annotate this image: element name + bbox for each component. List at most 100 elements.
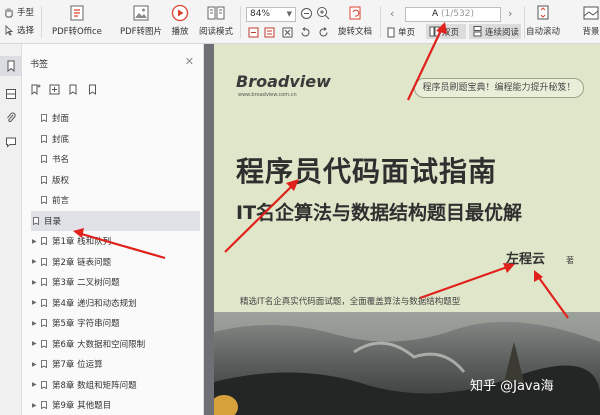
bookmark-item-label: 封面 [52,114,70,125]
expand-arrow-icon[interactable]: ▶ [32,361,40,368]
annotation-icon[interactable] [5,136,17,148]
double-page-icon [429,26,440,37]
bookmark-item[interactable]: ▶ 第2章 链表问题 [22,252,204,273]
bookmark-item-label: 封底 [52,134,70,145]
bookmark-item[interactable]: ▶ 第1章 栈和队列 [22,231,204,252]
fit-page-icon[interactable] [248,27,259,38]
attachment-icon[interactable] [5,112,17,124]
bookmark-item[interactable]: ▶ 第5章 字符串问题 [22,313,204,334]
toolbar-divider [41,6,42,38]
expand-arrow-icon[interactable]: ▶ [32,381,40,388]
toolbar-divider [240,6,241,38]
rotate-document-icon [349,6,361,20]
bookmark-item-label: 书名 [52,155,70,166]
expand-arrow-icon[interactable]: ▶ [32,320,40,327]
bookmark-item[interactable]: ▶ 第6章 大数据和空间限制 [22,334,204,355]
bookmark-tools [30,84,98,95]
cover-tagline: 精选IT名企真实代码面试题，全面覆盖算法与数据结构题型 [240,297,461,307]
bookmark-flag-icon [41,339,47,348]
bookmark-item[interactable]: 封面 [22,108,204,129]
continuous-read-icon [473,26,482,37]
bookmark-item[interactable]: 书名 [22,149,204,170]
expand-arrow-icon[interactable]: ▶ [32,299,40,306]
bookmark-outline-icon[interactable] [87,84,98,95]
continuous-read-label: 连续阅读 [485,27,520,38]
prev-page-icon[interactable]: ‹ [390,7,394,20]
select-tool-label: 选择 [17,26,35,36]
rotate-right-icon[interactable] [318,27,329,38]
read-mode-label: 阅读模式 [199,27,234,37]
bookmark-item[interactable]: 目录 [31,210,200,231]
page-count: (1/532) [441,9,474,19]
pdf-to-office-button[interactable]: PDF转Office [52,4,102,37]
bookmark-icon[interactable] [5,60,17,72]
book-subtitle: IT名企算法与数据结构题目最优解 [236,202,523,224]
continuous-read-button[interactable]: 连续阅读 [469,24,521,39]
expand-bookmarks-icon[interactable] [49,84,60,95]
bookmark-item[interactable]: ▶ 第3章 二叉树问题 [22,272,204,293]
bookmark-item[interactable]: 封底 [22,129,204,150]
document-view[interactable]: Broadview www.broadview.com.cn 程序员刷题宝典！编… [204,44,600,415]
author-suffix: 著 [566,256,574,265]
publisher-url: www.broadview.com.cn [238,92,297,98]
bookmark-item[interactable]: ▶ 第4章 递归和动态规划 [22,293,204,314]
bookmark-item-label: 第7章 位运算 [52,360,103,371]
add-bookmark-icon[interactable] [30,84,41,95]
rotate-left-icon[interactable] [300,27,311,38]
thumbnail-icon[interactable] [5,88,17,100]
rotate-doc-button[interactable]: 旋转文档 [338,4,372,37]
delete-bookmark-icon[interactable] [68,84,79,95]
next-page-icon[interactable]: › [508,7,512,20]
book-title: 程序员代码面试指南 [236,155,498,188]
background-button[interactable]: 背景 [581,4,600,37]
bookmark-item[interactable]: ▶ 第9章 其他题目 [22,395,204,415]
pdf-convert-icon [70,5,84,21]
bookmark-item-label: 目录 [44,216,62,227]
select-tool-button[interactable]: 选择 [4,24,34,36]
expand-arrow-icon[interactable]: ▶ [32,402,40,409]
bookmark-flag-icon [41,380,47,389]
hand-tool-button[interactable]: 手型 [4,6,34,18]
single-page-button[interactable]: 单页 [386,26,415,38]
play-label: 播放 [171,27,189,37]
pdf-to-image-button[interactable]: PDF转图片 [120,4,162,37]
bookmark-item[interactable]: 版权 [22,170,204,191]
single-page-label: 单页 [398,28,416,38]
bookmark-flag-icon [41,401,47,410]
bookmark-flag-icon [41,114,47,123]
play-button[interactable]: 播放 [170,4,190,37]
zoom-select[interactable]: 84% ▼ [246,7,296,22]
bookmark-flag-icon [41,134,47,143]
expand-arrow-icon[interactable]: ▶ [32,238,40,245]
cover-painting [214,312,600,415]
bookmark-item-label: 第9章 其他题目 [52,401,112,412]
bookmark-list: 封面封底书名版权前言目录 ▶ 第1章 栈和队列 ▶ 第2章 链表问题 ▶ 第3章 二叉树问题… [22,108,204,415]
cover-banner: 程序员刷题宝典！编程能力提升秘笈！ [414,78,584,98]
expand-arrow-icon[interactable]: ▶ [32,258,40,265]
rotate-doc-label: 旋转文档 [338,27,373,37]
bookmark-flag-icon [33,216,39,225]
bookmark-flag-icon [41,196,47,205]
fit-width-icon[interactable] [264,27,275,38]
bookmark-item[interactable]: ▶ 第7章 位运算 [22,354,204,375]
auto-scroll-button[interactable]: 自动滚动 [526,4,560,37]
bookmark-flag-icon [41,155,47,164]
double-page-button[interactable]: 双页 [426,24,466,39]
bookmark-item-label: 第5章 字符串问题 [52,319,120,330]
bookmark-flag-icon [41,298,47,307]
bookmark-flag-icon [41,360,47,369]
page-number-input[interactable]: A (1/532) [405,7,501,22]
bookmark-panel: 书签 ✕ 封面 封底 书名 版权 前言 目录 ▶ 第1章 栈和队列 ▶ 第2章 链表问题 ▶ 第3章 … [22,44,204,415]
zoom-out-icon[interactable] [300,7,313,20]
page-prefix: A [431,9,439,19]
background-icon [583,6,599,20]
bookmark-item-label: 版权 [52,175,70,186]
read-mode-button[interactable]: 阅读模式 [199,4,233,37]
zoom-in-icon[interactable] [316,6,330,20]
expand-arrow-icon[interactable]: ▶ [32,340,40,347]
close-icon[interactable]: ✕ [185,55,194,68]
expand-arrow-icon[interactable]: ▶ [32,279,40,286]
bookmark-item[interactable]: 前言 [22,190,204,211]
actual-size-icon[interactable] [282,27,293,38]
bookmark-item[interactable]: ▶ 第8章 数组和矩阵问题 [22,375,204,396]
